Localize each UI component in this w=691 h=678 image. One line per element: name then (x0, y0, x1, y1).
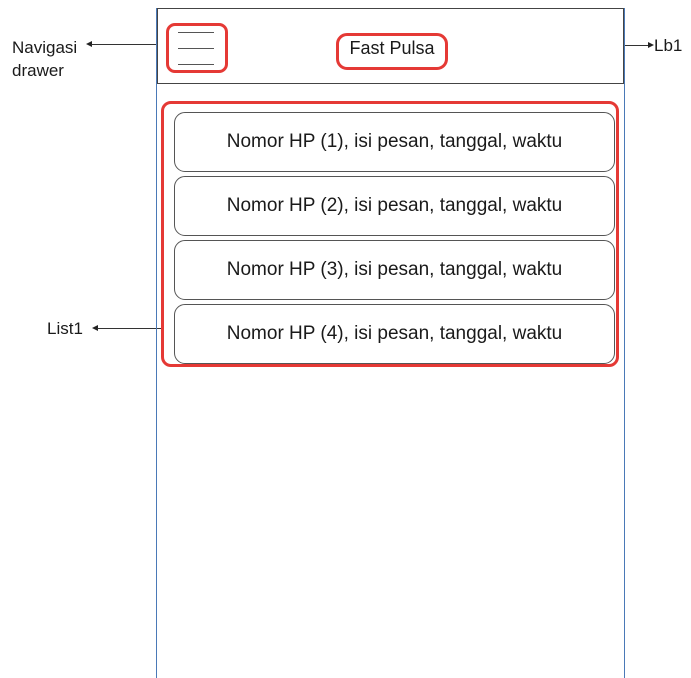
navigation-drawer-callout: Navigasi drawer (12, 36, 77, 82)
app-bar: Fast Pulsa (157, 8, 624, 84)
title-callout: Lb1 (654, 36, 683, 55)
message-list-item-2[interactable]: Nomor HP (2), isi pesan, tanggal, waktu (174, 176, 615, 236)
list-callout: List1 (47, 319, 83, 338)
hamburger-menu-icon (169, 26, 225, 70)
navigation-drawer-callout-line2: drawer (12, 61, 64, 80)
message-list-item-3[interactable]: Nomor HP (3), isi pesan, tanggal, waktu (174, 240, 615, 300)
title-label-highlight: Fast Pulsa (336, 33, 448, 70)
menu-line-middle (178, 48, 214, 49)
list-arrow-line (97, 328, 162, 329)
navigation-drawer-callout-line1: Navigasi (12, 38, 78, 57)
message-list-item-1[interactable]: Nomor HP (1), isi pesan, tanggal, waktu (174, 112, 615, 172)
phone-screen: Fast Pulsa Nomor HP (1), isi pesan, tang… (156, 8, 625, 678)
app-title: Fast Pulsa (349, 38, 435, 58)
title-arrow-head (648, 42, 654, 48)
menu-line-top (178, 32, 214, 33)
menu-line-bottom (178, 64, 214, 65)
navigation-drawer-button[interactable] (166, 23, 228, 73)
navigation-drawer-arrow-line (91, 44, 164, 45)
message-list: Nomor HP (1), isi pesan, tanggal, waktu … (161, 101, 619, 367)
message-list-item-4[interactable]: Nomor HP (4), isi pesan, tanggal, waktu (174, 304, 615, 364)
